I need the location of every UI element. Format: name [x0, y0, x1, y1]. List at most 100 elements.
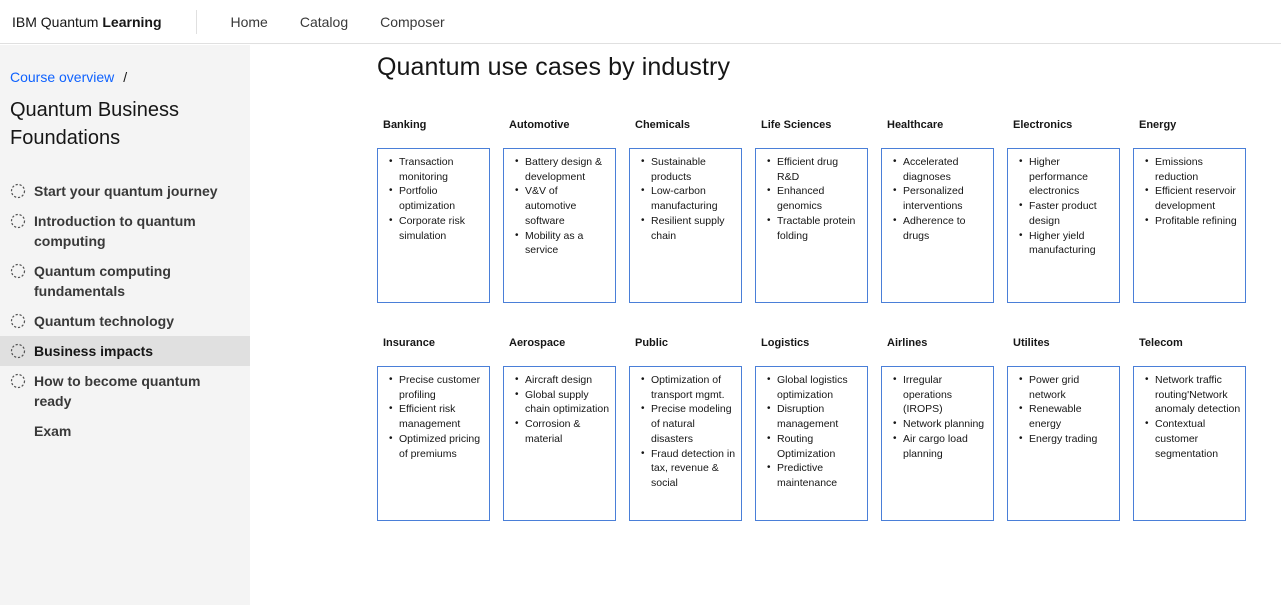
- industry-card-life-sciences: Life Sciences Efficient drug R&DEnhanced …: [755, 117, 868, 303]
- course-title: Quantum Business Foundations: [10, 99, 179, 149]
- industry-name: Airlines: [887, 337, 928, 349]
- nav-link-catalog[interactable]: Catalog: [284, 0, 364, 44]
- industry-use-case-grid: Banking Transaction monitoringPortfolio o…: [377, 117, 1247, 521]
- lesson-item-business-impacts[interactable]: Business impacts: [0, 336, 250, 366]
- brand-logo[interactable]: IBM Quantum Learning: [0, 0, 196, 44]
- lesson-item-start-your-quantum-journey[interactable]: Start your quantum journey: [0, 176, 250, 206]
- industry-card-airlines: Airlines Irregular operations (IROPS)Netw…: [881, 335, 994, 521]
- industry-name: Banking: [383, 119, 427, 131]
- industry-card-utilites: Utilites Power grid networkRenewable ener…: [1007, 335, 1120, 521]
- use-case-box: Emissions reductionEfficient reservoir d…: [1133, 148, 1246, 303]
- lesson-item-quantum-computing-fundamentals[interactable]: Quantum computing fundamentals: [0, 256, 250, 306]
- use-case-list: Accelerated diagnosesPersonalized interv…: [886, 155, 989, 243]
- use-case-item: Predictive maintenance: [760, 461, 863, 490]
- use-case-box: Network traffic routing'Network anomaly …: [1133, 366, 1246, 521]
- nav-divider: [195, 9, 197, 34]
- lesson-item-exam[interactable]: Exam: [0, 416, 250, 446]
- use-case-item: Network traffic routing'Network anomaly …: [1138, 373, 1241, 417]
- industry-name: Insurance: [383, 337, 435, 349]
- use-case-item: Irregular operations (IROPS): [886, 373, 989, 417]
- use-case-item: Efficient risk management: [382, 402, 485, 431]
- use-case-item: Efficient drug R&D: [760, 155, 863, 184]
- use-case-box: Irregular operations (IROPS)Network plan…: [881, 366, 994, 521]
- use-case-item: Higher performance electronics: [1012, 155, 1115, 199]
- top-nav-bar: IBM Quantum Learning Home Catalog Compos…: [0, 0, 1281, 44]
- use-case-item: Resilient supply chain: [634, 214, 737, 243]
- breadcrumb: Course overview /: [10, 69, 127, 85]
- use-case-item: Enhanced genomics: [760, 184, 863, 213]
- use-case-item: Portfolio optimization: [382, 184, 485, 213]
- use-case-box: Aircraft designGlobal supply chain optim…: [503, 366, 616, 521]
- use-case-box: Precise customer profilingEfficient risk…: [377, 366, 490, 521]
- use-case-item: Mobility as a service: [508, 229, 611, 258]
- use-case-item: Transaction monitoring: [382, 155, 485, 184]
- dashed-circle-icon: [10, 183, 26, 199]
- use-case-item: Tractable protein folding: [760, 214, 863, 243]
- nav-link-home[interactable]: Home: [215, 0, 284, 44]
- industry-name: Public: [635, 337, 669, 349]
- use-case-box: Accelerated diagnosesPersonalized interv…: [881, 148, 994, 303]
- use-case-item: Battery design & development: [508, 155, 611, 184]
- use-case-item: Efficient reservoir development: [1138, 184, 1241, 213]
- lesson-item-introduction-to-quantum-computing[interactable]: Introduction to quantum computing: [0, 206, 250, 256]
- use-case-item: Faster product design: [1012, 199, 1115, 228]
- industry-card-chemicals: Chemicals Sustainable productsLow-carbon …: [629, 117, 742, 303]
- use-case-item: Aircraft design: [508, 373, 611, 388]
- industry-card-electronics: Electronics Higher performance electronic…: [1007, 117, 1120, 303]
- industry-name: Electronics: [1013, 119, 1073, 131]
- use-case-item: Corporate risk simulation: [382, 214, 485, 243]
- breadcrumb-course-overview-link[interactable]: Course overview: [10, 69, 114, 85]
- use-case-item: Global logistics optimization: [760, 373, 863, 402]
- dashed-circle-icon: [10, 263, 26, 279]
- industry-name: Automotive: [509, 119, 570, 131]
- use-case-item: Disruption management: [760, 402, 863, 431]
- industry-name: Utilites: [1013, 337, 1050, 349]
- breadcrumb-separator: /: [123, 69, 128, 85]
- industry-name: Healthcare: [887, 119, 944, 131]
- industry-card-automotive: Automotive Battery design & developmentV&…: [503, 117, 616, 303]
- industry-name: Logistics: [761, 337, 810, 349]
- use-case-item: Fraud detection in tax, revenue & social: [634, 447, 737, 491]
- use-case-item: Renewable energy: [1012, 402, 1115, 431]
- use-case-list: Efficient drug R&DEnhanced genomicsTract…: [760, 155, 863, 243]
- use-case-box: Optimization of transport mgmt.Precise m…: [629, 366, 742, 521]
- use-case-item: Profitable refining: [1138, 214, 1241, 229]
- industry-name: Energy: [1139, 119, 1177, 131]
- use-case-box: Transaction monitoringPortfolio optimiza…: [377, 148, 490, 303]
- use-case-list: Precise customer profilingEfficient risk…: [382, 373, 485, 461]
- lesson-label: How to become quantum ready: [34, 373, 201, 409]
- industry-card-logistics: Logistics Global logistics optimizationDi…: [755, 335, 868, 521]
- lesson-item-quantum-technology[interactable]: Quantum technology: [0, 306, 250, 336]
- use-case-item: Precise modeling of natural disasters: [634, 402, 737, 446]
- use-case-item: Personalized interventions: [886, 184, 989, 213]
- dashed-circle-icon: [10, 343, 26, 359]
- use-case-list: Irregular operations (IROPS)Network plan…: [886, 373, 989, 461]
- lesson-item-how-to-become-quantum-ready[interactable]: How to become quantum ready: [0, 366, 250, 416]
- industry-name: Telecom: [1139, 337, 1183, 349]
- use-case-item: Optimized pricing of premiums: [382, 432, 485, 461]
- use-case-item: Emissions reduction: [1138, 155, 1241, 184]
- use-case-item: Higher yield manufacturing: [1012, 229, 1115, 258]
- nav-link-composer[interactable]: Composer: [364, 0, 461, 44]
- lesson-label: Introduction to quantum computing: [34, 213, 196, 249]
- dashed-circle-icon: [10, 373, 26, 389]
- use-case-item: Optimization of transport mgmt.: [634, 373, 737, 402]
- use-case-list: Network traffic routing'Network anomaly …: [1138, 373, 1241, 461]
- industry-card-energy: Energy Emissions reductionEfficient reser…: [1133, 117, 1246, 303]
- use-case-box: Higher performance electronicsFaster pro…: [1007, 148, 1120, 303]
- use-case-item: Energy trading: [1012, 432, 1115, 447]
- industry-card-insurance: Insurance Precise customer profilingEffic…: [377, 335, 490, 521]
- use-case-list: Global logistics optimizationDisruption …: [760, 373, 863, 491]
- lesson-label: Business impacts: [34, 343, 154, 359]
- industry-name: Aerospace: [509, 337, 566, 349]
- use-case-list: Higher performance electronicsFaster pro…: [1012, 155, 1115, 258]
- use-case-box: Power grid networkRenewable energyEnergy…: [1007, 366, 1120, 521]
- dashed-circle-icon: [10, 213, 26, 229]
- use-case-list: Power grid networkRenewable energyEnergy…: [1012, 373, 1115, 447]
- brand-name: IBM Quantum: [12, 13, 99, 30]
- industry-card-healthcare: Healthcare Accelerated diagnosesPersonali…: [881, 117, 994, 303]
- industry-card-public: Public Optimization of transport mgmt.Pre…: [629, 335, 742, 521]
- use-case-box: Battery design & developmentV&V of autom…: [503, 148, 616, 303]
- use-case-box: Global logistics optimizationDisruption …: [755, 366, 868, 521]
- use-case-item: Sustainable products: [634, 155, 737, 184]
